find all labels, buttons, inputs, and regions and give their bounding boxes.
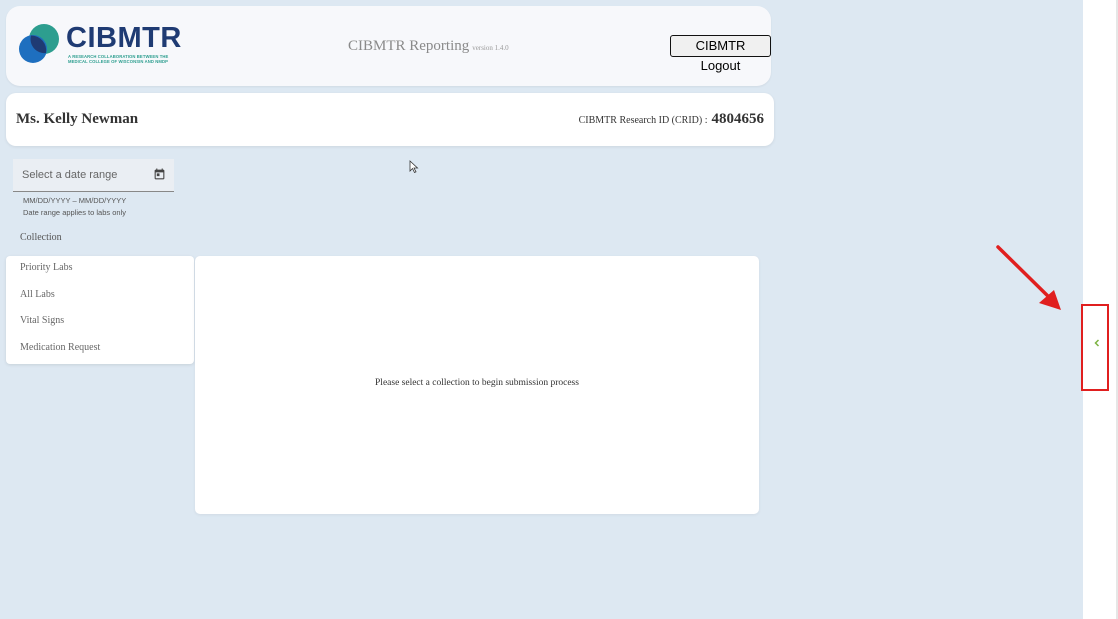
logo-wordmark: CIBMTR (66, 22, 182, 54)
app-version: version 1.4.0 (472, 44, 509, 52)
annotation-highlight-box (1081, 304, 1109, 391)
annotation-arrow-icon (996, 245, 1061, 310)
crid-label: CIBMTR Research ID (CRID) : (578, 115, 708, 126)
collection-heading: Collection (20, 232, 62, 243)
date-range-hint: MM/DD/YYYY – MM/DD/YYYY Date range appli… (23, 195, 126, 219)
date-range-note: Date range applies to labs only (23, 208, 126, 217)
logo-circles-icon (19, 24, 59, 63)
app-title-text: CIBMTR Reporting (348, 38, 470, 54)
empty-state-message: Please select a collection to begin subm… (375, 378, 579, 388)
crid-value: 4804656 (711, 111, 765, 127)
date-range-input[interactable] (13, 159, 153, 191)
cibmtr-logo: CIBMTR A RESEARCH COLLABORATION BETWEEN … (18, 18, 181, 68)
collection-item-priority-labs[interactable]: Priority Labs (20, 262, 73, 273)
collection-list: Priority Labs All Labs Vital Signs Medic… (6, 256, 194, 364)
collection-item-vital-signs[interactable]: Vital Signs (20, 315, 64, 326)
logo-tagline: A RESEARCH COLLABORATION BETWEEN THE MED… (68, 54, 169, 64)
collection-item-all-labs[interactable]: All Labs (20, 289, 55, 300)
mouse-cursor-icon (409, 160, 419, 174)
app-title: CIBMTR Reporting version 1.4.0 (348, 37, 509, 55)
date-range-field[interactable] (13, 159, 174, 192)
collection-item-medication-request[interactable]: Medication Request (20, 342, 100, 353)
patient-banner: Ms. Kelly Newman CIBMTR Research ID (CRI… (6, 93, 774, 146)
date-format-hint: MM/DD/YYYY – MM/DD/YYYY (23, 196, 127, 205)
patient-name: Ms. Kelly Newman (16, 111, 139, 127)
logout-button[interactable]: CIBMTR Logout (670, 35, 771, 73)
calendar-icon[interactable] (153, 168, 166, 181)
app-header: CIBMTR A RESEARCH COLLABORATION BETWEEN … (6, 6, 771, 86)
submission-panel: Please select a collection to begin subm… (195, 256, 759, 514)
crid-display: CIBMTR Research ID (CRID) : 4804656 (579, 110, 764, 128)
